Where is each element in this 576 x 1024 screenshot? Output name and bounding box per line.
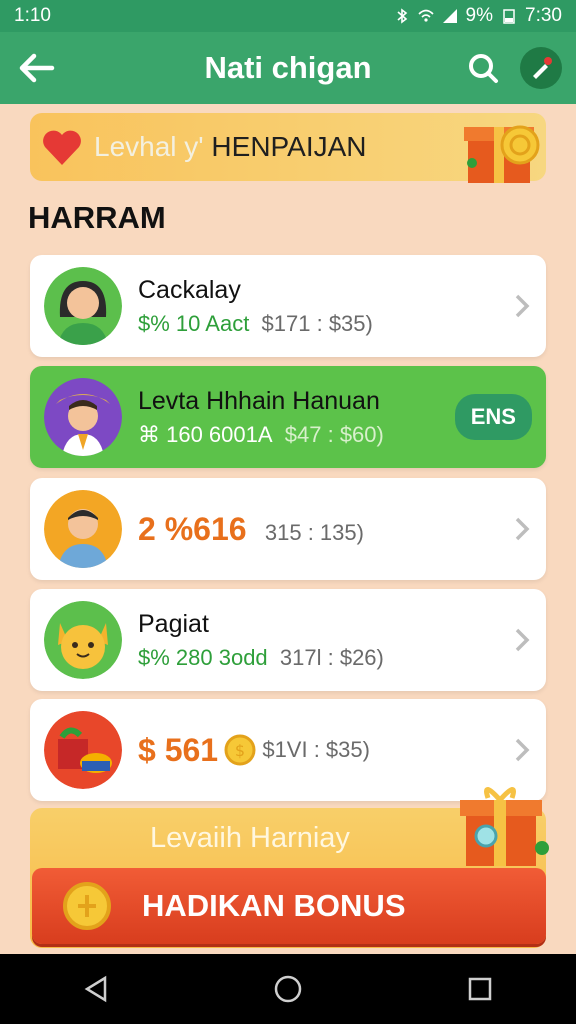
bonus-banner-text: Levaiih Harniay bbox=[150, 822, 350, 854]
back-arrow-icon bbox=[19, 53, 55, 83]
card-name: Pagiat bbox=[138, 609, 209, 638]
app-bar: Nati chigan bbox=[0, 32, 576, 104]
card-range: $171 : $35) bbox=[261, 310, 373, 336]
search-button[interactable] bbox=[462, 47, 504, 89]
bonus-button[interactable]: HADIKAN BONUS bbox=[32, 868, 546, 944]
status-badge[interactable]: ENS bbox=[454, 394, 532, 440]
avatar bbox=[44, 601, 122, 679]
bluetooth-icon bbox=[397, 8, 407, 24]
section-title: HARRAM bbox=[28, 200, 166, 235]
chevron-right-icon bbox=[515, 738, 530, 762]
card-name: Levta Hhhain Hanuan bbox=[138, 386, 380, 415]
gift-icon bbox=[464, 125, 540, 183]
list-item[interactable]: Cackalay $% 10 Aact $171 : $35) bbox=[30, 255, 546, 357]
coin-icon bbox=[63, 882, 111, 930]
chevron-right-icon bbox=[515, 294, 530, 318]
avatar bbox=[44, 711, 122, 789]
card-body: $ 561 $ $1VI : $35) bbox=[138, 732, 512, 769]
svg-text:$: $ bbox=[235, 741, 245, 760]
nav-home-button[interactable] bbox=[268, 969, 308, 1009]
avatar bbox=[44, 378, 122, 456]
card-range: $1VI : $35) bbox=[262, 737, 370, 762]
chevron-right-icon bbox=[515, 628, 530, 652]
card-amount: $ 561 bbox=[138, 731, 219, 768]
bonus-button-label: HADIKAN BONUS bbox=[142, 888, 406, 923]
nav-recents-button[interactable] bbox=[460, 969, 500, 1009]
card-sub: $% 10 Aact $171 : $35) bbox=[138, 311, 512, 337]
list-item[interactable]: Pagiat $% 280 3odd 317l : $26) bbox=[30, 589, 546, 691]
list-item[interactable]: 2 %616 315 : 135) bbox=[30, 478, 546, 580]
status-bar: 1:10 9% 7:30 bbox=[0, 0, 576, 32]
card-body: Pagiat $% 280 3odd 317l : $26) bbox=[138, 610, 512, 671]
status-icons: 9% 7:30 bbox=[394, 5, 562, 27]
promo-text-light: Levhal y' bbox=[94, 131, 204, 162]
battery-icon bbox=[503, 9, 515, 24]
card-body: Cackalay $% 10 Aact $171 : $35) bbox=[138, 276, 512, 337]
promo-text-dark: HENPAIJAN bbox=[211, 131, 367, 162]
card-range: $47 : $60) bbox=[284, 421, 384, 447]
status-clock: 7:30 bbox=[525, 5, 562, 26]
card-sub: 2 %616 315 : 135) bbox=[138, 511, 512, 548]
nav-back-icon bbox=[84, 975, 107, 1003]
chevron-right-icon bbox=[515, 517, 530, 541]
list-item-active[interactable]: Levta Hhhain Hanuan ⌘ 160 6001A $47 : $6… bbox=[30, 366, 546, 468]
wifi-icon bbox=[417, 9, 434, 22]
system-nav-bar bbox=[0, 954, 576, 1024]
back-button[interactable] bbox=[14, 46, 58, 90]
card-amount: $% 10 Aact bbox=[138, 310, 250, 336]
app-actions bbox=[462, 47, 562, 89]
nav-recents-icon bbox=[468, 977, 492, 1001]
card-amount: $% 280 3odd bbox=[138, 644, 268, 670]
card-sub: $% 280 3odd 317l : $26) bbox=[138, 645, 512, 671]
nav-back-button[interactable] bbox=[76, 969, 116, 1009]
card-name: Cackalay bbox=[138, 275, 241, 304]
card-range: 317l : $26) bbox=[279, 644, 384, 670]
search-icon bbox=[469, 54, 498, 83]
pen-icon bbox=[533, 57, 552, 79]
card-sub: $ 561 $ $1VI : $35) bbox=[138, 732, 512, 769]
card-range: 315 : 135) bbox=[264, 519, 364, 545]
promo-banner[interactable]: Levhal y' HENPAIJAN bbox=[30, 113, 546, 183]
card-body: Levta Hhhain Hanuan ⌘ 160 6001A $47 : $6… bbox=[138, 387, 455, 448]
avatar bbox=[44, 490, 122, 568]
avatar bbox=[44, 267, 122, 345]
promo-text: Levhal y' HENPAIJAN bbox=[94, 131, 367, 163]
status-time: 1:10 bbox=[14, 5, 51, 26]
heart-icon bbox=[43, 130, 81, 165]
edit-button[interactable] bbox=[520, 47, 562, 89]
card-body: 2 %616 315 : 135) bbox=[138, 511, 512, 548]
battery-level: 9% bbox=[465, 5, 494, 26]
card-amount: 2 %616 bbox=[138, 510, 247, 547]
nav-home-icon bbox=[274, 975, 302, 1003]
coin-icon: $ bbox=[224, 734, 256, 766]
card-sub: ⌘ 160 6001A $47 : $60) bbox=[138, 422, 455, 448]
card-amount: ⌘ 160 6001A bbox=[138, 421, 273, 447]
bonus-banner: Levaiih Harniay HADIKAN BONUS bbox=[30, 787, 549, 948]
gift-icon bbox=[460, 787, 549, 866]
signal-icon bbox=[442, 9, 457, 23]
